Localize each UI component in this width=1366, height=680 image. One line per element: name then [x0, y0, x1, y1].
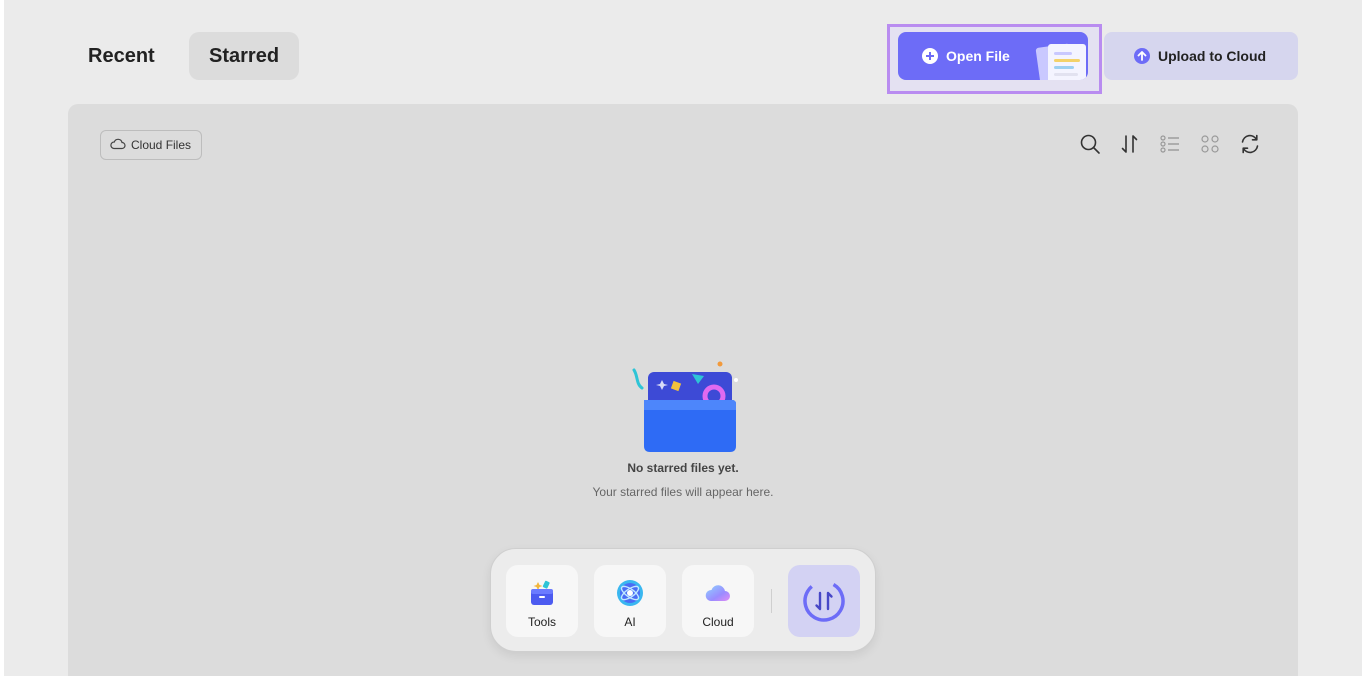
documents-illustration-icon — [1035, 43, 1086, 80]
convert-icon — [803, 580, 845, 622]
cloud-outline-icon — [110, 138, 126, 150]
cloud-icon — [705, 585, 730, 601]
bottom-dock: Tools AI Cloud — [490, 548, 876, 652]
dock-ai-button[interactable]: AI — [594, 565, 666, 637]
toolbox-icon — [531, 580, 553, 605]
dock-cloud-label: Cloud — [702, 615, 734, 629]
dock-convert-button[interactable] — [788, 565, 860, 637]
plus-circle-icon — [922, 48, 938, 64]
upload-label: Upload to Cloud — [1158, 48, 1267, 64]
dock-tools-label: Tools — [527, 615, 556, 629]
upload-arrow-icon — [1134, 48, 1150, 64]
sort-icon[interactable] — [1118, 132, 1142, 156]
app-window: Recent Starred Open File Upload to Cloud — [4, 0, 1362, 676]
open-file-label: Open File — [946, 48, 1010, 64]
cloud-files-label: Cloud Files — [131, 138, 192, 152]
dock-divider — [771, 589, 772, 613]
open-file-button[interactable]: Open File — [898, 32, 1088, 80]
grid-view-icon[interactable] — [1198, 132, 1222, 156]
upload-to-cloud-button[interactable]: Upload to Cloud — [1104, 32, 1298, 80]
ai-orb-icon — [617, 580, 643, 606]
empty-state-title: No starred files yet. — [627, 461, 739, 475]
list-view-icon[interactable] — [1158, 132, 1182, 156]
refresh-icon[interactable] — [1238, 132, 1262, 156]
dock-ai-label: AI — [624, 615, 636, 629]
tab-recent[interactable]: Recent — [68, 32, 175, 80]
cloud-files-filter[interactable]: Cloud Files — [100, 130, 203, 160]
dock-cloud-button[interactable]: Cloud — [682, 565, 754, 637]
empty-state-subtitle: Your starred files will appear here. — [592, 485, 774, 499]
search-icon[interactable] — [1078, 132, 1102, 156]
dock-tools-button[interactable]: Tools — [506, 565, 578, 637]
empty-folder-illustration — [632, 361, 738, 452]
tab-starred[interactable]: Starred — [189, 32, 300, 80]
